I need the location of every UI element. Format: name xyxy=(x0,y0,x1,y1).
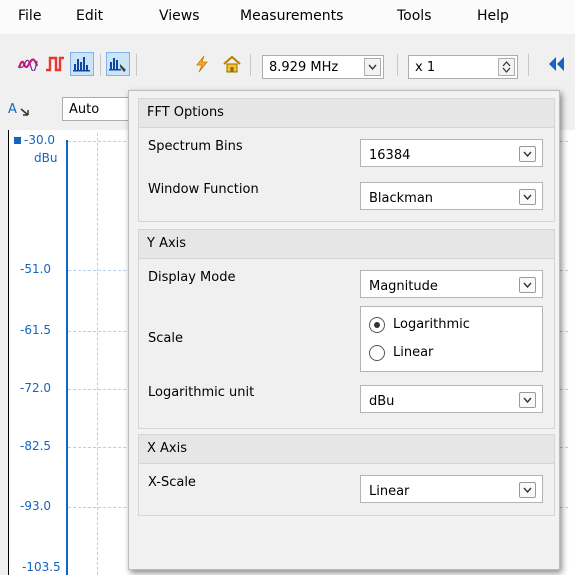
toolbar-separator xyxy=(528,54,529,76)
square-wave-icon[interactable] xyxy=(43,52,67,76)
scale-option-label: Linear xyxy=(393,345,434,360)
chevron-down-icon[interactable] xyxy=(364,58,381,76)
y-tick-label: -103.5 xyxy=(22,560,61,574)
spectrum-settings-icon[interactable] xyxy=(106,52,130,76)
mode-value: Auto xyxy=(69,102,100,117)
fft-options-title: FFT Options xyxy=(147,105,224,120)
log-unit-select[interactable]: dBu xyxy=(360,385,543,413)
toolbar-separator xyxy=(397,54,398,76)
radio-selected-icon[interactable] xyxy=(369,317,385,333)
y-tick-label: -61.5 xyxy=(20,323,52,337)
scale-radio-group: Logarithmic Linear xyxy=(360,306,543,372)
fft-options-group: FFT Options Spectrum Bins 16384 Window F… xyxy=(138,98,555,222)
rewind-icon[interactable] xyxy=(544,52,568,76)
scale-option-logarithmic[interactable]: Logarithmic xyxy=(369,315,539,337)
y-tick-label: -93.0 xyxy=(20,499,52,513)
fft-options-header: FFT Options xyxy=(139,99,554,128)
menu-views[interactable]: Views xyxy=(159,8,200,24)
fft-options-panel: FFT Options Spectrum Bins 16384 Window F… xyxy=(128,90,560,570)
channel-label[interactable]: A xyxy=(8,102,17,117)
y-axis-group: Y Axis Display Mode Magnitude Scale Loga… xyxy=(138,229,555,429)
y-tick-label: -30.0 xyxy=(24,133,56,147)
scale-option-label: Logarithmic xyxy=(393,317,470,332)
log-unit-value: dBu xyxy=(369,394,395,409)
x-scale-label: X-Scale xyxy=(148,475,196,490)
menu-bar: File Edit Views Measurements Tools Help xyxy=(0,0,575,35)
spin-updown-icon[interactable] xyxy=(498,58,515,76)
series-marker xyxy=(14,137,21,144)
menu-measurements[interactable]: Measurements xyxy=(240,8,343,24)
mode-combo[interactable]: Auto xyxy=(62,97,128,121)
y-axis-title: Y Axis xyxy=(147,236,187,251)
scale-option-linear[interactable]: Linear xyxy=(369,343,539,365)
spectrum-bins-select[interactable]: 16384 xyxy=(360,139,543,167)
x-axis-header: X Axis xyxy=(139,435,554,464)
zoom-spinbox[interactable]: x 1 xyxy=(408,55,518,79)
waveform-icon[interactable] xyxy=(16,52,40,76)
frequency-combo[interactable]: 8.929 MHz xyxy=(262,55,384,79)
display-mode-value: Magnitude xyxy=(369,279,438,294)
chevron-down-icon[interactable] xyxy=(519,189,536,205)
radio-unselected-icon[interactable] xyxy=(369,345,385,361)
spectrum-bins-label: Spectrum Bins xyxy=(148,139,243,154)
spectrum-bins-value: 16384 xyxy=(369,148,411,163)
lightning-icon[interactable] xyxy=(190,52,214,76)
chevron-down-icon[interactable] xyxy=(519,277,536,293)
y-tick-label: -82.5 xyxy=(20,439,52,453)
menu-edit[interactable]: Edit xyxy=(76,8,103,24)
spectrum-icon[interactable] xyxy=(70,52,94,76)
home-icon[interactable] xyxy=(220,52,244,76)
y-tick-label: -72.0 xyxy=(20,381,52,395)
menu-help[interactable]: Help xyxy=(477,8,509,24)
zoom-value: x 1 xyxy=(415,60,436,75)
grid-line-vertical xyxy=(97,133,98,575)
chevron-down-icon[interactable] xyxy=(519,482,536,498)
x-scale-value: Linear xyxy=(369,484,410,499)
toolbar-separator xyxy=(100,54,101,76)
display-mode-label: Display Mode xyxy=(148,270,236,285)
cursor-arrow-icon xyxy=(20,106,30,121)
window-function-select[interactable]: Blackman xyxy=(360,182,543,210)
menu-file[interactable]: File xyxy=(18,8,41,24)
frequency-value: 8.929 MHz xyxy=(269,60,339,75)
y-unit-label: dBu xyxy=(34,151,58,165)
window-function-label: Window Function xyxy=(148,182,259,197)
y-tick-label: -51.0 xyxy=(20,262,52,276)
plot-y-axis-line xyxy=(66,140,68,575)
log-unit-label: Logarithmic unit xyxy=(148,385,255,400)
chevron-down-icon[interactable] xyxy=(519,392,536,408)
menu-tools[interactable]: Tools xyxy=(397,8,432,24)
chevron-down-icon[interactable] xyxy=(519,146,536,162)
toolbar-separator xyxy=(250,54,251,76)
scale-label: Scale xyxy=(148,331,183,346)
x-axis-group: X Axis X-Scale Linear xyxy=(138,434,555,516)
toolbar-separator xyxy=(136,54,137,76)
y-axis-header: Y Axis xyxy=(139,230,554,259)
window-function-value: Blackman xyxy=(369,191,434,206)
x-axis-title: X Axis xyxy=(147,441,188,456)
x-scale-select[interactable]: Linear xyxy=(360,475,543,503)
display-mode-select[interactable]: Magnitude xyxy=(360,270,543,298)
